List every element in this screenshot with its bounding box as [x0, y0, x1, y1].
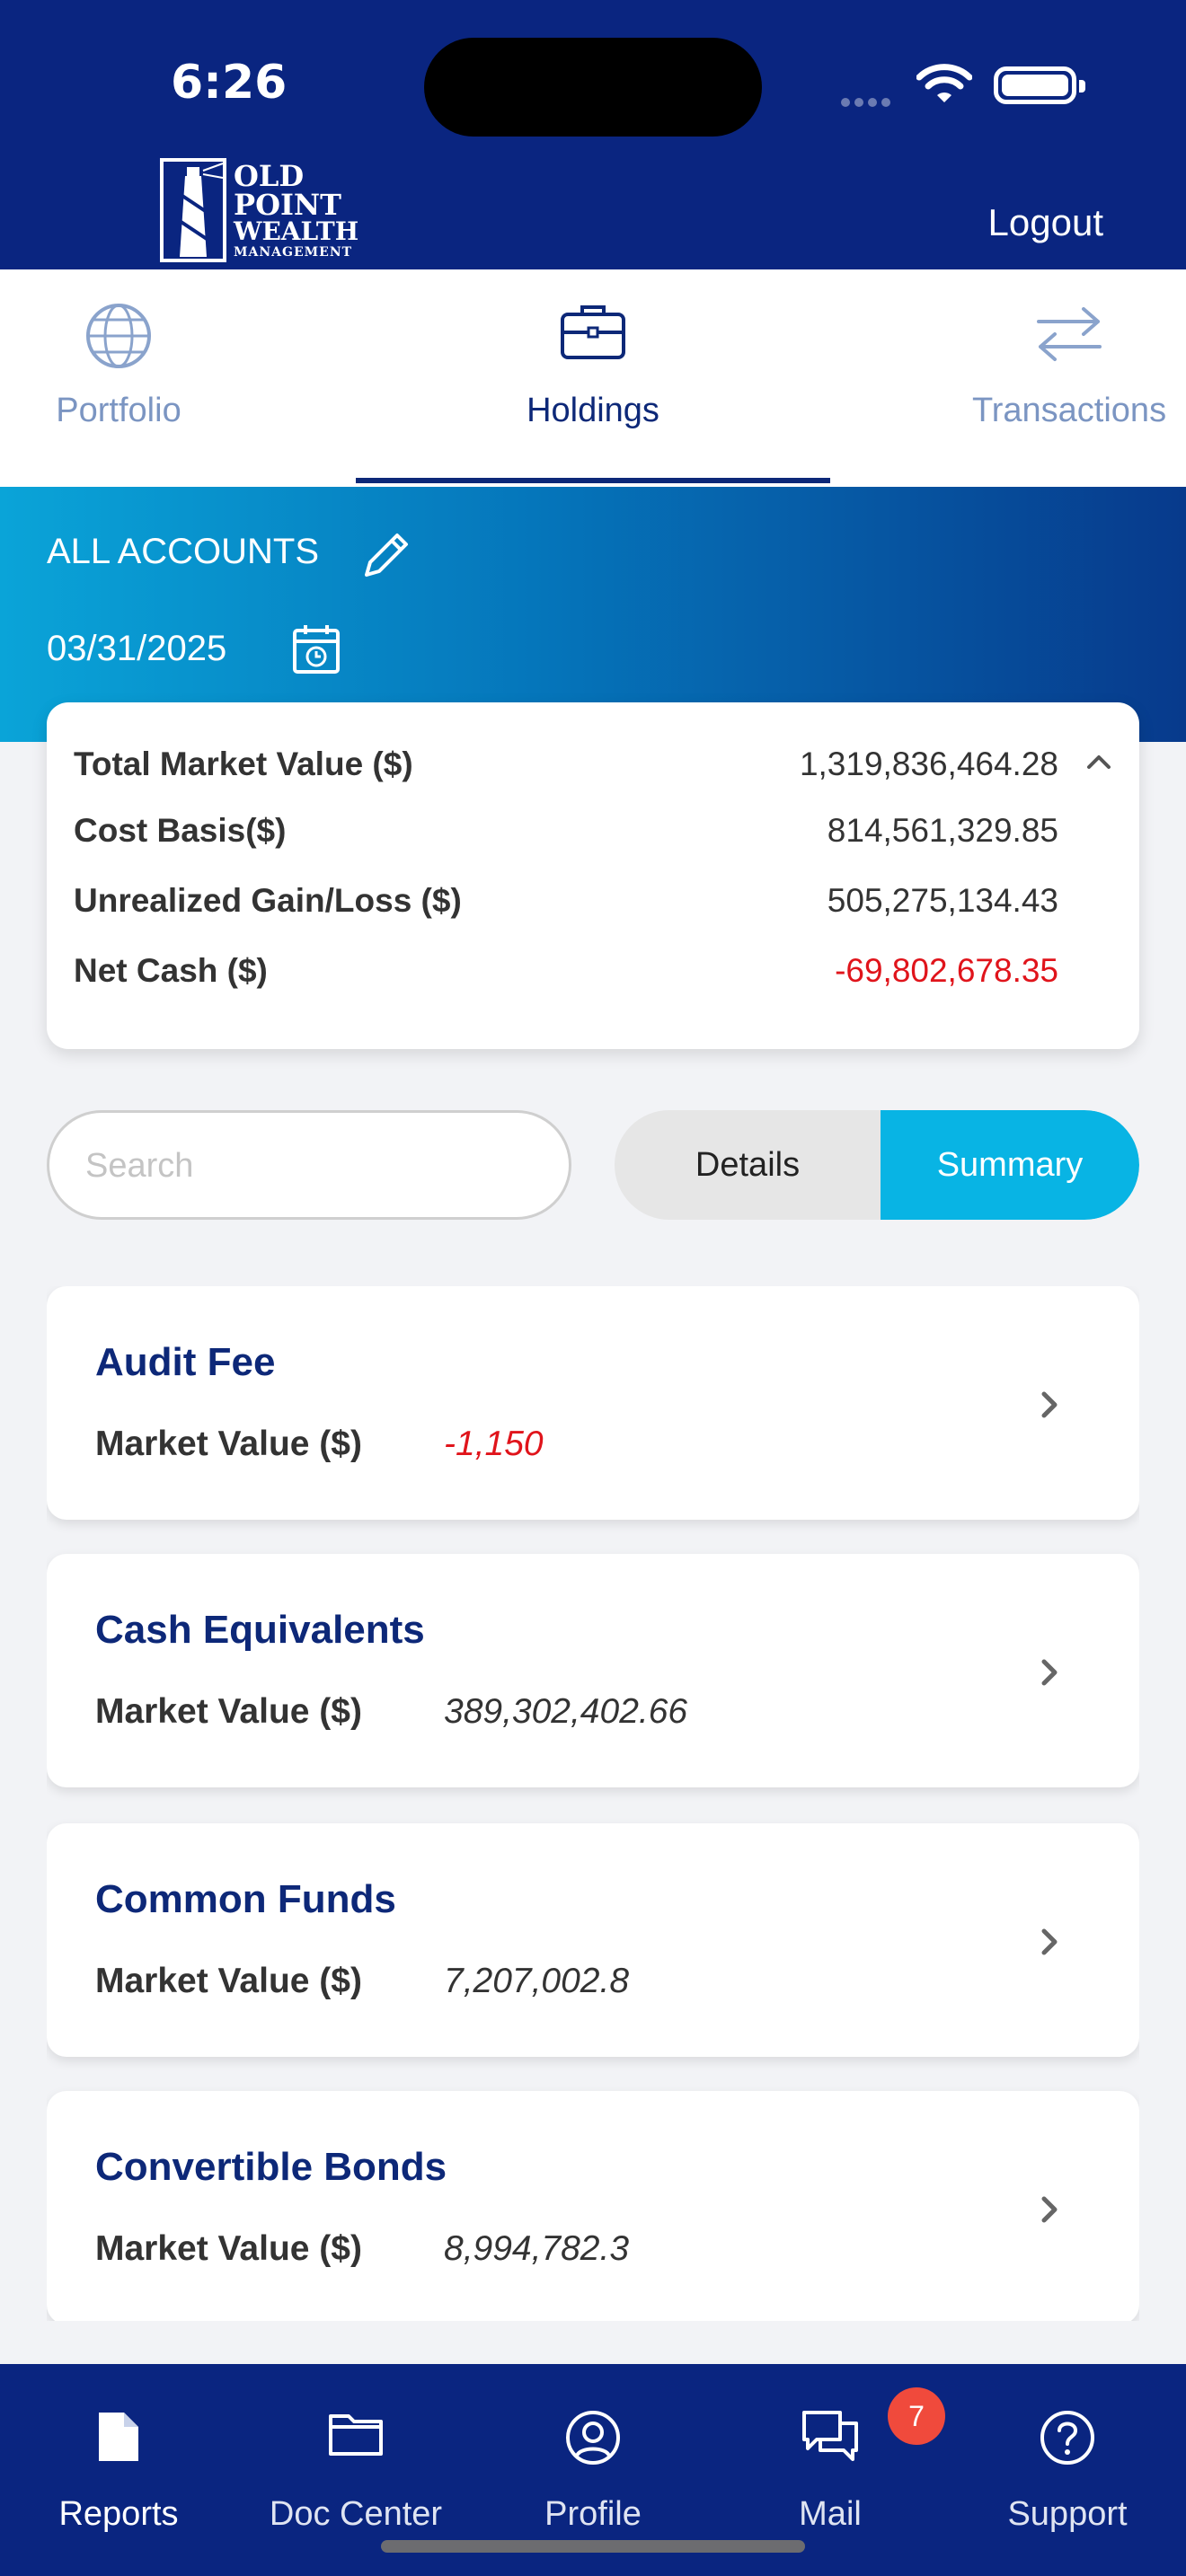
market-value: -1,150: [444, 1425, 544, 1463]
chevron-right-icon: [1041, 1391, 1058, 1418]
dynamic-island: [424, 38, 762, 137]
logout-button[interactable]: Logout: [988, 201, 1103, 244]
search-input[interactable]: [85, 1140, 535, 1192]
summary-label: Net Cash ($): [74, 952, 268, 989]
active-tab-indicator: [356, 478, 830, 483]
summary-card: Total Market Value ($) 1,319,836,464.28 …: [47, 702, 1139, 1049]
chevron-right-icon: [1041, 1659, 1058, 1686]
nav-profile-label: Profile: [544, 2495, 642, 2533]
home-indicator[interactable]: [381, 2540, 805, 2553]
tab-portfolio[interactable]: Portfolio: [0, 269, 237, 487]
summary-label: Unrealized Gain/Loss ($): [74, 882, 462, 919]
nav-reports[interactable]: Reports: [0, 2364, 237, 2576]
summary-value-negative: -69,802,678.35: [835, 952, 1058, 989]
account-name: ALL ACCOUNTS: [47, 532, 320, 571]
holding-title: Cash Equivalents: [95, 1608, 425, 1652]
nav-support[interactable]: Support: [949, 2364, 1186, 2576]
list-item[interactable]: Convertible Bonds Market Value ($) 8,994…: [47, 2091, 1139, 2321]
summary-value: 814,561,329.85: [827, 812, 1058, 849]
holding-title: Common Funds: [95, 1877, 396, 1921]
summary-value: 505,275,134.43: [827, 882, 1058, 919]
chevron-up-icon[interactable]: [1085, 753, 1112, 771]
summary-label: Cost Basis($): [74, 812, 287, 849]
logo-text: OLD POINT WEALTH MANAGEMENT: [234, 159, 359, 260]
nav-support-label: Support: [1007, 2495, 1128, 2533]
battery-icon: [994, 66, 1085, 104]
list-item[interactable]: Audit Fee Market Value ($) -1,150: [47, 1286, 1139, 1520]
briefcase-icon: [561, 305, 625, 359]
list-item[interactable]: Cash Equivalents Market Value ($) 389,30…: [47, 1554, 1139, 1787]
view-toggle: Details Summary: [615, 1110, 1139, 1220]
status-time: 6:26: [171, 56, 288, 110]
tab-holdings-label: Holdings: [527, 392, 659, 429]
market-value: 389,302,402.66: [444, 1692, 688, 1731]
calendar-icon[interactable]: [291, 622, 341, 675]
nav-doc-center-label: Doc Center: [269, 2495, 443, 2533]
nav-mail-label: Mail: [799, 2495, 862, 2533]
pencil-icon[interactable]: [359, 528, 413, 582]
summary-label: Total Market Value ($): [74, 745, 413, 782]
market-value-label: Market Value ($): [95, 1962, 362, 2000]
details-toggle-button[interactable]: Details: [615, 1110, 881, 1220]
market-value-label: Market Value ($): [95, 2229, 362, 2268]
globe-icon: [86, 304, 151, 368]
top-tab-bar: Portfolio Holdings Transactions: [0, 269, 1186, 487]
holdings-list: Audit Fee Market Value ($) -1,150 Cash E…: [47, 1286, 1139, 2321]
folder-icon: [329, 2414, 383, 2456]
summary-toggle-button[interactable]: Summary: [881, 1110, 1139, 1220]
chat-bubbles-icon: [802, 2411, 858, 2461]
as-of-date: 03/31/2025: [47, 629, 227, 668]
tab-holdings[interactable]: Holdings: [356, 269, 830, 487]
holding-title: Audit Fee: [95, 1340, 276, 1384]
search-box: [47, 1110, 571, 1220]
tab-transactions-label: Transactions: [971, 392, 1167, 429]
market-value: 7,207,002.8: [444, 1962, 630, 2000]
user-circle-icon: [566, 2411, 620, 2465]
tab-portfolio-label: Portfolio: [56, 392, 181, 429]
market-value-label: Market Value ($): [95, 1425, 362, 1463]
market-value-label: Market Value ($): [95, 1692, 362, 1731]
app-header: 6:26 OLD POINT WEALTH MANAGEMENT Logout: [0, 0, 1186, 269]
market-value: 8,994,782.3: [444, 2229, 630, 2268]
wifi-icon: [916, 64, 972, 102]
list-item[interactable]: Common Funds Market Value ($) 7,207,002.…: [47, 1823, 1139, 2057]
chevron-right-icon: [1041, 2196, 1058, 2223]
tab-transactions[interactable]: Transactions: [934, 269, 1186, 487]
lighthouse-icon: [160, 158, 226, 262]
company-logo: OLD POINT WEALTH MANAGEMENT: [160, 158, 358, 264]
mail-badge: 7: [888, 2387, 945, 2445]
summary-value: 1,319,836,464.28: [799, 745, 1058, 782]
transfer-arrows-icon: [1037, 307, 1102, 361]
chevron-right-icon: [1041, 1928, 1058, 1955]
nav-reports-label: Reports: [58, 2495, 179, 2533]
document-icon: [99, 2413, 138, 2461]
signal-icon: [841, 93, 902, 107]
help-circle-icon: [1040, 2411, 1094, 2465]
holding-title: Convertible Bonds: [95, 2145, 447, 2189]
